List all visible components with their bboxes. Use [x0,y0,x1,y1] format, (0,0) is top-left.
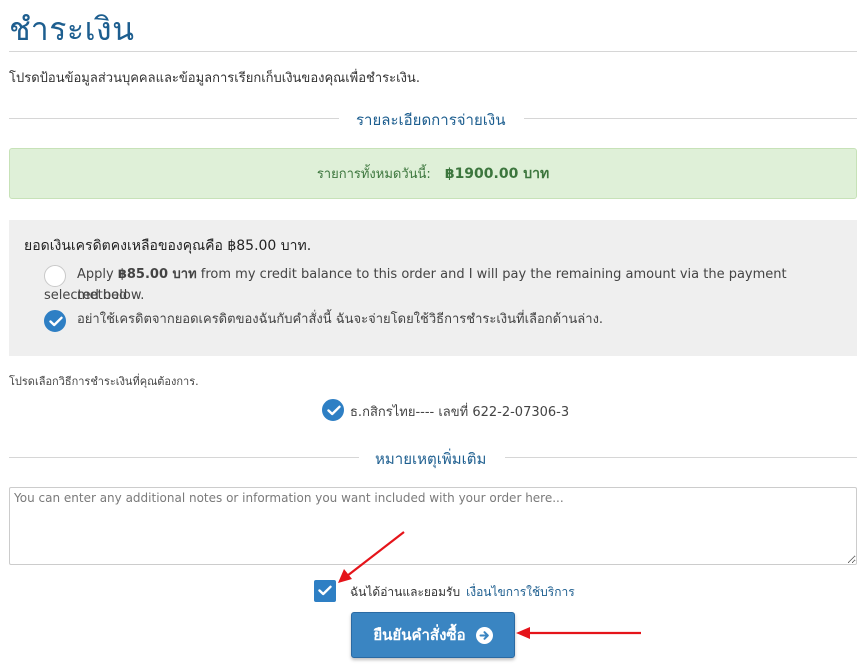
divider-left [9,118,339,119]
credit-balance-panel: ยอดเงินเครดิตคงเหลือของคุณคือ ฿85.00 บาท… [9,220,857,356]
notes-header: หมายเหตุเพิ่มเติม [9,447,857,468]
total-label: รายการทั้งหมดวันนี้: [316,167,431,182]
payment-method-radio[interactable] [322,399,344,421]
check-icon [327,405,341,416]
divider-right [505,457,857,458]
page-intro: โปรดป้อนข้อมูลส่วนบุคคลและข้อมูลการเรียก… [9,71,420,86]
confirm-order-label: ยืนยันคำสั่งซื้อ [373,626,466,644]
payment-details-heading: รายละเอียดการจ่ายเงิน [356,111,506,129]
title-divider [9,51,857,52]
payment-method-label: ธ.กสิกรไทย---- เลขที่ 622-2-07306-3 [350,405,570,420]
apply-credit-label-line2: selected below. [44,288,145,303]
divider-left [9,457,359,458]
tos-label: ฉันได้อ่านและยอมรับ เงื่อนไขการใช้บริการ [350,583,575,602]
total-amount: ฿1900.00 บาท [444,165,550,182]
apply-credit-amount: ฿85.00 บาท [117,267,197,282]
notes-heading: หมายเหตุเพิ่มเติม [375,450,487,468]
no-credit-radio[interactable] [44,310,66,332]
tos-text: ฉันได้อ่านและยอมรับ [350,585,461,599]
page-title: ชำระเงิน [9,10,135,48]
tos-checkbox[interactable] [314,580,336,602]
confirm-order-button[interactable]: ยืนยันคำสั่งซื้อ [351,612,515,658]
credit-balance-heading: ยอดเงินเครดิตคงเหลือของคุณคือ ฿85.00 บาท… [24,238,312,254]
apply-credit-label[interactable]: Apply ฿85.00 บาท from my credit balance … [77,264,822,306]
tos-link[interactable]: เงื่อนไขการใช้บริการ [466,585,575,599]
apply-credit-radio[interactable] [44,265,66,287]
total-due-alert: รายการทั้งหมดวันนี้: ฿1900.00 บาท [9,148,857,199]
notes-textarea[interactable] [9,487,857,565]
payment-details-header: รายละเอียดการจ่ายเงิน [9,108,857,129]
annotation-arrow-to-button [516,627,641,639]
apply-credit-prefix: Apply [77,267,114,282]
check-icon [49,316,63,327]
no-credit-label[interactable]: อย่าใช้เครดิตจากยอดเครดิตของฉันกับคำสั่ง… [77,309,603,330]
payment-method-prompt: โปรดเลือกวิธีการชำระเงินที่คุณต้องการ. [9,375,199,388]
arrow-circle-right-icon [475,626,493,644]
divider-right [524,118,857,119]
check-icon [318,585,332,596]
checkout-page: ชำระเงิน โปรดป้อนข้อมูลส่วนบุคคลและข้อมู… [0,0,867,665]
